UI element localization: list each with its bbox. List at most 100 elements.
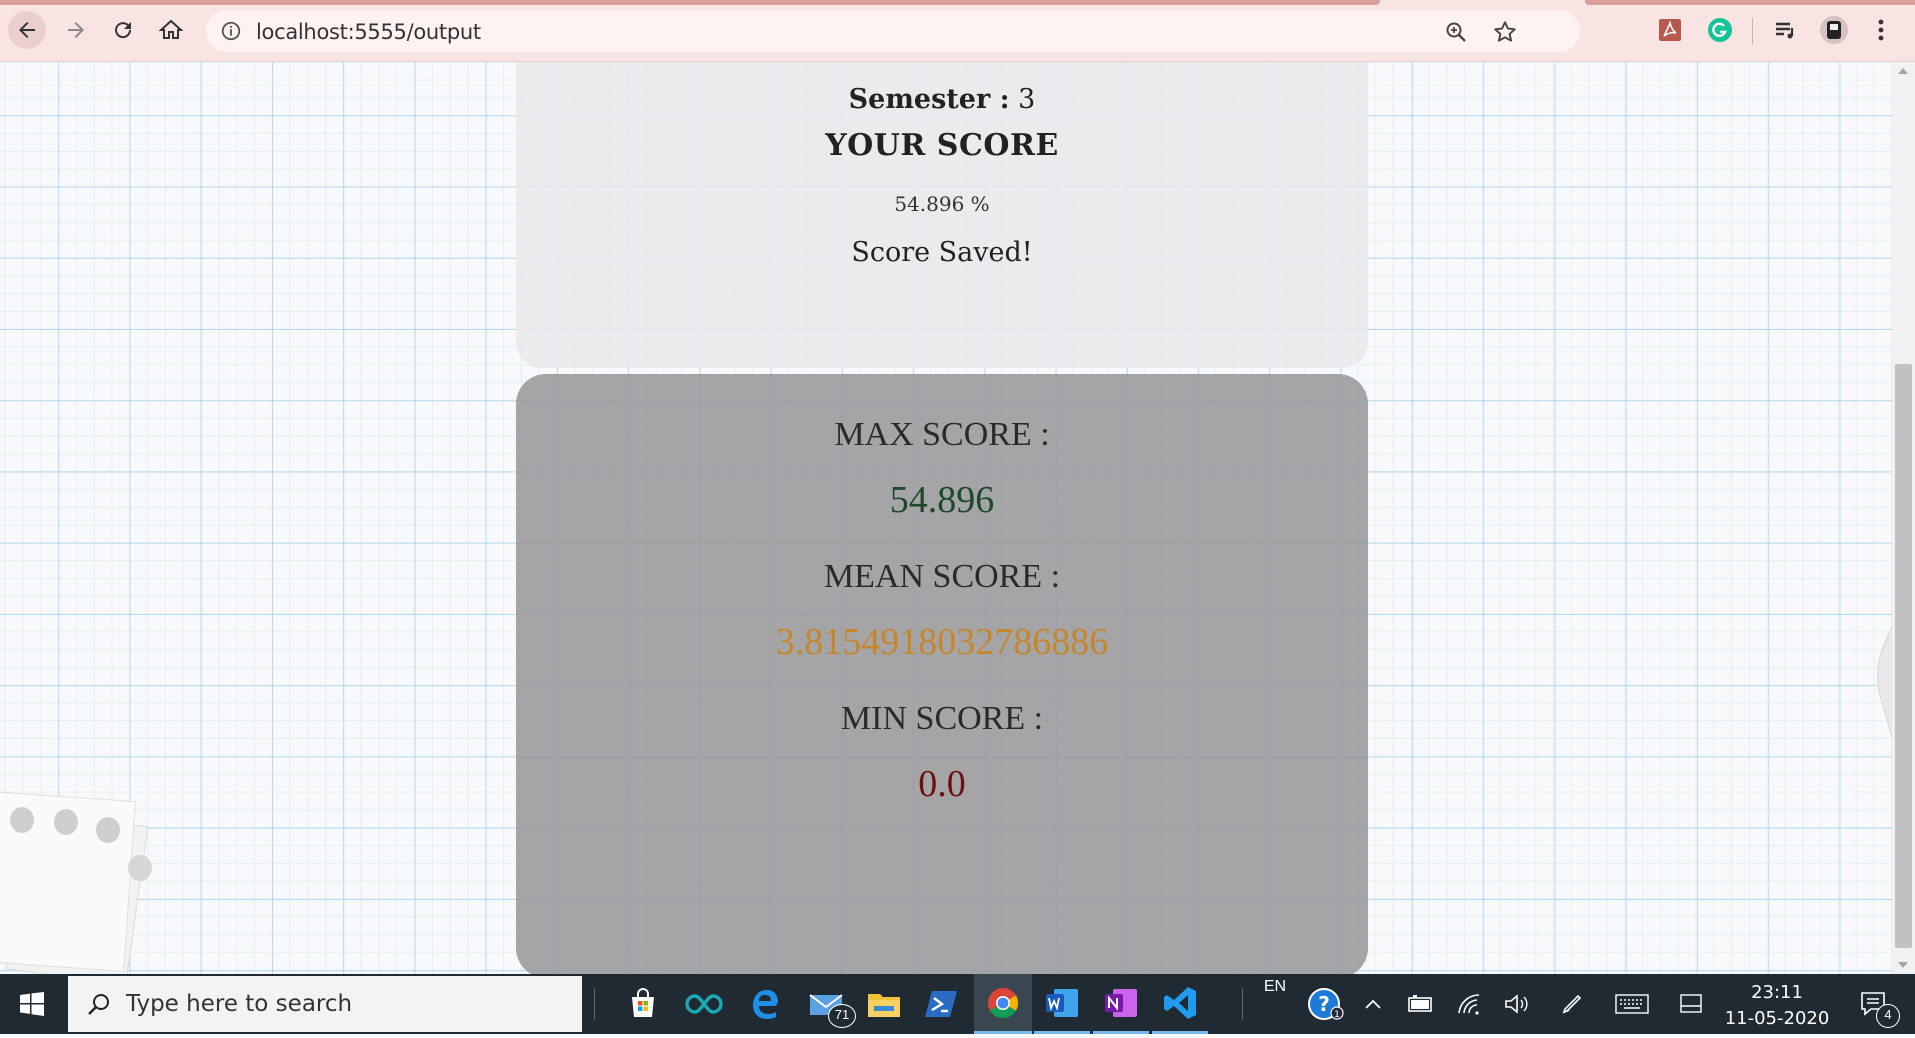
max-score-value: 54.896 (889, 479, 995, 521)
powershell-icon (925, 991, 957, 1017)
media-queue-icon (1776, 22, 1794, 39)
taskbar-divider-2 (1242, 988, 1243, 1020)
vscode-icon (1164, 986, 1196, 1019)
taskbar-vscode[interactable] (1152, 974, 1208, 1034)
min-score-label: MIN SCORE : (840, 700, 1044, 737)
battery-icon (1408, 995, 1432, 1012)
min-score-value: 0.0 (918, 763, 966, 805)
pen-icon (1562, 994, 1582, 1014)
forward-arrow-icon (68, 22, 84, 38)
your-score-heading: YOUR SCORE (825, 128, 1059, 163)
semester-value: 3 (1018, 84, 1036, 115)
taskbar-file-explorer[interactable] (856, 974, 912, 1034)
display-icon (1680, 994, 1702, 1013)
scroll-down-arrow-icon[interactable] (1898, 962, 1908, 968)
word-icon (1046, 988, 1078, 1017)
desktop-tray-button[interactable] (1676, 974, 1706, 1034)
taskbar-chrome[interactable] (974, 974, 1032, 1034)
taskbar-store[interactable] (615, 974, 671, 1034)
chevron-up-icon (1365, 999, 1381, 1009)
keyboard-icon (1615, 994, 1649, 1014)
pen-tray-button[interactable] (1556, 974, 1588, 1034)
system-clock[interactable]: 23:11 11-05-2020 (1712, 980, 1842, 1032)
windows-taskbar: Type here to search 71 EN ? 1 23:11 11-0… (0, 974, 1915, 1034)
forward-button[interactable] (57, 11, 95, 49)
statistics-card: MAX SCORE : 54.896 MEAN SCORE : 3.815491… (516, 374, 1368, 974)
taskbar-onenote[interactable] (1093, 974, 1149, 1034)
mail-badge: 71 (828, 1004, 856, 1028)
grammarly-extension[interactable] (1706, 16, 1734, 44)
score-percent: 54.896 % (894, 192, 990, 216)
url-text[interactable]: localhost:5555/output (256, 20, 481, 44)
store-icon (632, 988, 654, 1017)
home-button[interactable] (152, 11, 190, 49)
page-curl-decoration (1877, 625, 1892, 739)
browser-menu-button[interactable] (1867, 16, 1895, 44)
taskbar-mail[interactable]: 71 (798, 974, 856, 1034)
media-queue-button[interactable] (1771, 16, 1799, 44)
reload-icon (115, 22, 132, 39)
address-bar[interactable]: localhost:5555/output (206, 10, 1580, 52)
start-button[interactable] (0, 974, 64, 1034)
vertical-scrollbar[interactable] (1892, 62, 1915, 974)
browser-toolbar: localhost:5555/output (0, 0, 1915, 62)
clock-date: 11-05-2020 (1724, 1008, 1830, 1029)
taskbar-arduino[interactable] (676, 974, 732, 1034)
taskbar-divider (594, 988, 595, 1020)
svg-text:?: ? (1318, 992, 1330, 1016)
chrome-icon (988, 987, 1019, 1018)
touch-keyboard-button[interactable] (1612, 974, 1652, 1034)
back-button[interactable] (8, 11, 46, 49)
back-arrow-icon (19, 22, 35, 38)
mean-score-label: MEAN SCORE : (823, 558, 1061, 595)
tab-strip-accent (0, 0, 1380, 5)
arduino-icon (685, 994, 723, 1014)
scroll-thumb[interactable] (1895, 364, 1912, 948)
notification-badge: 4 (1876, 1004, 1900, 1028)
onenote-icon (1105, 988, 1137, 1017)
paper-notes-decoration (0, 791, 152, 974)
max-score-label: MAX SCORE : (834, 416, 1050, 453)
taskbar-powershell[interactable] (913, 974, 969, 1034)
profile-icon (1820, 16, 1848, 44)
tab-strip-accent-right (1585, 0, 1915, 5)
volume-tray-button[interactable] (1500, 974, 1532, 1034)
mean-score-value: 3.8154918032786886 (775, 621, 1109, 663)
help-icon: ? 1 (1308, 988, 1344, 1020)
toolbar-divider (1752, 18, 1753, 44)
wifi-icon (1458, 994, 1480, 1015)
edge-icon (753, 990, 778, 1019)
reload-button[interactable] (104, 11, 142, 49)
menu-dots-icon (1878, 19, 1884, 41)
acrobat-extension[interactable] (1656, 16, 1684, 44)
taskbar-search-box[interactable]: Type here to search (68, 976, 582, 1032)
speaker-icon (1505, 994, 1528, 1014)
svg-text:1: 1 (1334, 1010, 1340, 1020)
show-hidden-icons-button[interactable] (1360, 974, 1386, 1034)
language-indicator[interactable]: EN (1260, 974, 1290, 1038)
home-icon (159, 19, 183, 39)
windows-logo-icon (20, 992, 44, 1016)
taskbar-edge[interactable] (737, 974, 793, 1034)
battery-tray-button[interactable] (1404, 974, 1436, 1034)
profile-button[interactable] (1818, 14, 1850, 46)
action-center-button[interactable]: 4 (1852, 974, 1900, 1034)
scroll-up-arrow-icon[interactable] (1898, 68, 1908, 74)
search-placeholder: Type here to search (126, 991, 353, 1017)
score-card: Semester : 3 YOUR SCORE 54.896 % Score S… (516, 62, 1368, 368)
taskbar-word[interactable] (1034, 974, 1090, 1034)
bookmark-star-icon[interactable] (1492, 19, 1518, 45)
semester-line: Semester : 3 (516, 84, 1368, 115)
clock-time: 23:11 (1751, 982, 1803, 1003)
page-content: Semester : 3 YOUR SCORE 54.896 % Score S… (0, 62, 1892, 974)
zoom-icon[interactable] (1444, 20, 1468, 44)
network-tray-button[interactable] (1454, 974, 1486, 1034)
save-status: Score Saved! (851, 237, 1033, 268)
search-icon (88, 994, 109, 1015)
acrobat-icon (1659, 19, 1681, 41)
file-explorer-icon (868, 994, 900, 1017)
help-tray-button[interactable]: ? 1 (1304, 974, 1348, 1034)
semester-label: Semester : (848, 84, 1010, 115)
info-icon[interactable] (220, 20, 242, 42)
grammarly-icon (1708, 18, 1732, 42)
